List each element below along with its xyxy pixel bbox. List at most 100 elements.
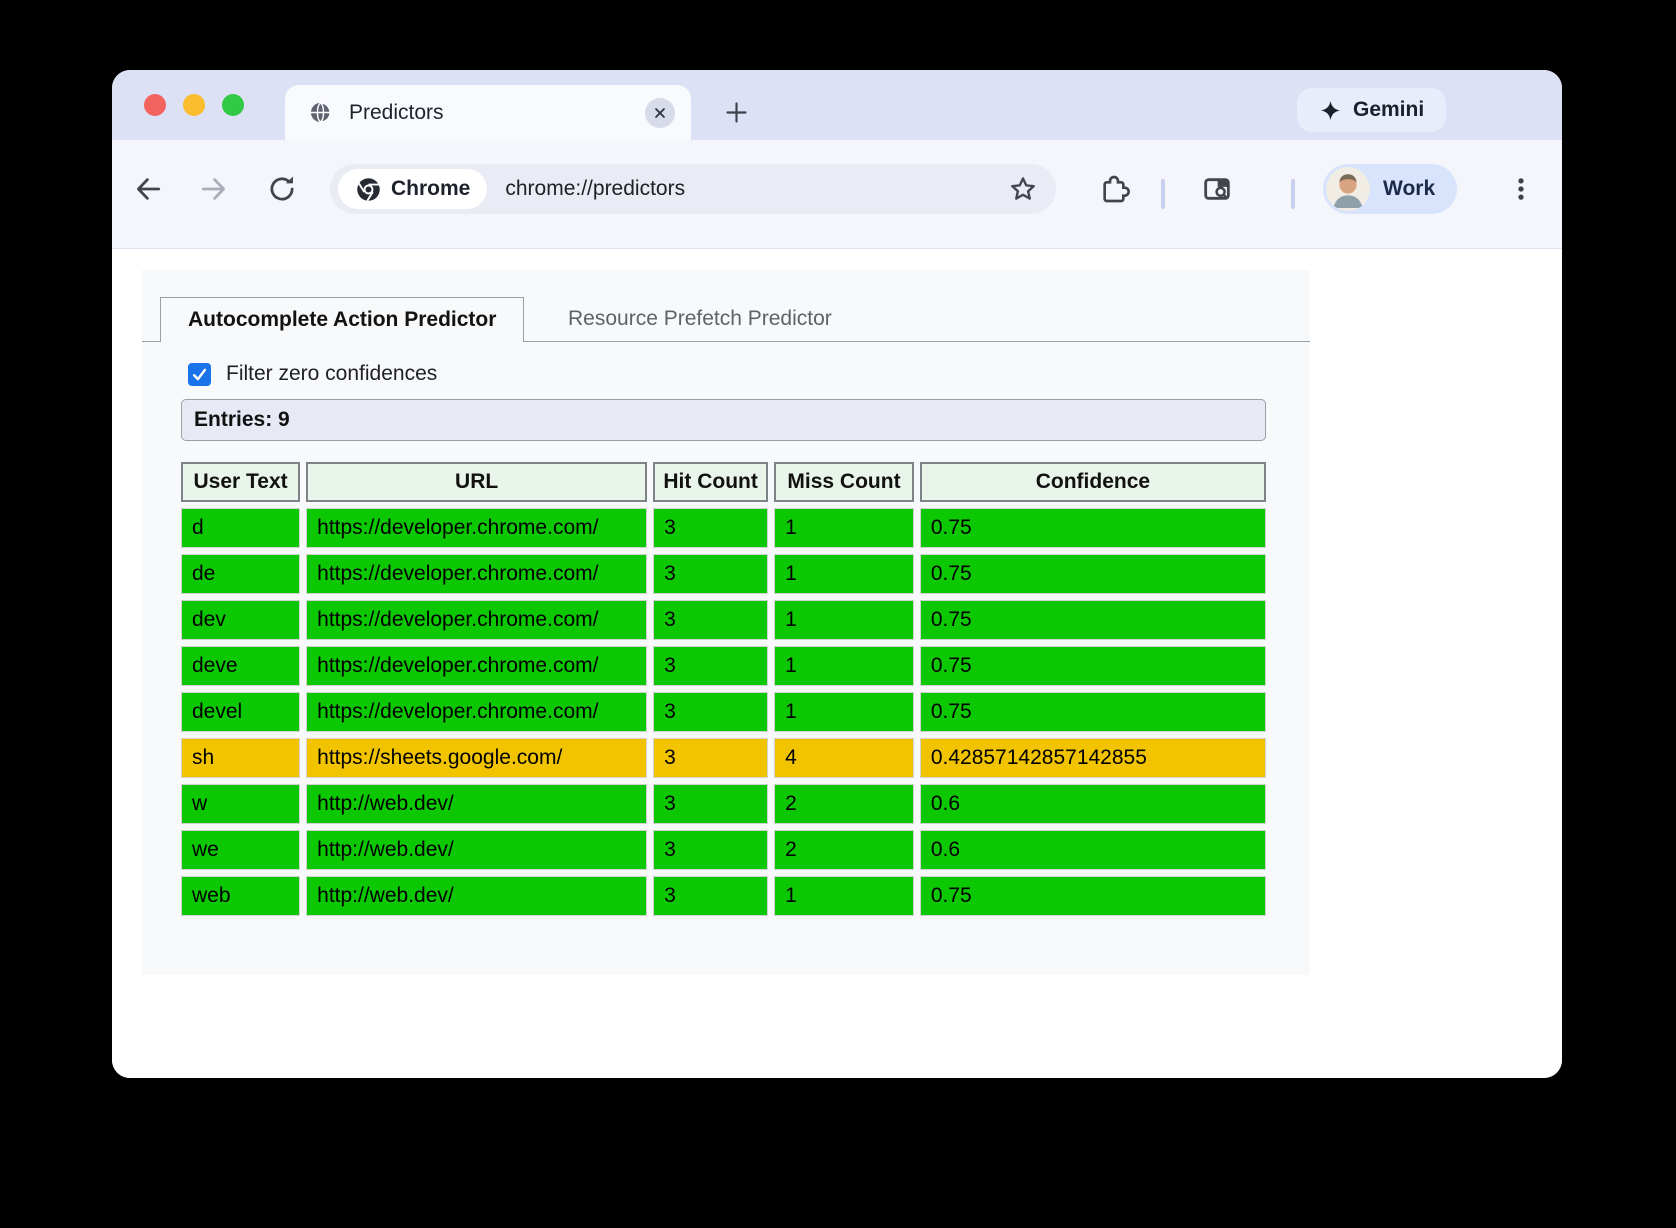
cell-confidence: 0.75 [920,600,1266,640]
cell-url: https://developer.chrome.com/ [306,554,647,594]
table-row: develhttps://developer.chrome.com/310.75 [181,692,1266,732]
column-header: Hit Count [653,462,768,502]
cell-confidence: 0.75 [920,876,1266,916]
cell-url: http://web.dev/ [306,830,647,870]
column-header: URL [306,462,647,502]
entries-label: Entries: 9 [194,408,290,432]
toolbar: Chrome chrome://predictors [112,140,1562,249]
table-row: whttp://web.dev/320.6 [181,784,1266,824]
reload-button[interactable] [263,170,301,208]
close-window-button[interactable] [144,94,166,116]
cell-user_text: deve [181,646,300,686]
cell-miss_count: 1 [774,692,914,732]
cell-hit_count: 3 [653,508,768,548]
cell-user_text: sh [181,738,300,778]
predictors-panel: Autocomplete Action Predictor Resource P… [142,270,1310,975]
tab-title: Predictors [349,101,645,125]
column-header: Miss Count [774,462,914,502]
extensions-button[interactable] [1095,170,1133,208]
filter-label[interactable]: Filter zero confidences [226,362,437,386]
forward-button[interactable] [195,170,233,208]
plus-icon [723,99,750,126]
zoom-window-button[interactable] [222,94,244,116]
reload-icon [266,173,298,205]
cell-user_text: de [181,554,300,594]
cell-url: https://developer.chrome.com/ [306,646,647,686]
avatar [1326,167,1370,211]
cell-url: https://developer.chrome.com/ [306,508,647,548]
cell-hit_count: 3 [653,738,768,778]
tab-search-button[interactable] [1198,170,1236,208]
globe-icon [309,101,332,124]
cell-miss_count: 1 [774,646,914,686]
cell-miss_count: 1 [774,554,914,594]
cell-hit_count: 3 [653,830,768,870]
cell-url: https://developer.chrome.com/ [306,692,647,732]
predictor-tabs: Autocomplete Action Predictor Resource P… [142,297,1310,342]
cell-url: https://sheets.google.com/ [306,738,647,778]
cell-url: http://web.dev/ [306,784,647,824]
forward-icon [198,173,230,205]
cell-user_text: web [181,876,300,916]
toolbar-divider [1161,179,1165,209]
gemini-label: Gemini [1353,98,1424,122]
minimize-window-button[interactable] [183,94,205,116]
site-badge-label: Chrome [391,177,470,201]
table-row: dhttps://developer.chrome.com/310.75 [181,508,1266,548]
url-text[interactable]: chrome://predictors [505,177,685,201]
cell-miss_count: 1 [774,600,914,640]
table-row: devhttps://developer.chrome.com/310.75 [181,600,1266,640]
table-row: devehttps://developer.chrome.com/310.75 [181,646,1266,686]
cell-hit_count: 3 [653,600,768,640]
back-icon [132,173,164,205]
page-viewport: Autocomplete Action Predictor Resource P… [112,249,1562,1078]
chrome-logo-icon [355,176,382,203]
cell-miss_count: 2 [774,830,914,870]
check-icon [191,366,208,383]
tab-close-button[interactable] [645,98,675,128]
cell-miss_count: 1 [774,508,914,548]
tab-label: Resource Prefetch Predictor [568,307,832,331]
site-badge[interactable]: Chrome [338,169,487,209]
browser-menu-button[interactable] [1502,170,1540,208]
profile-button[interactable]: Work [1323,164,1457,214]
cell-hit_count: 3 [653,876,768,916]
toolbar-divider [1291,179,1295,209]
kebab-menu-icon [1506,174,1536,204]
bookmark-star-icon [1008,174,1038,204]
cell-hit_count: 3 [653,784,768,824]
filter-row: Filter zero confidences [188,362,437,386]
cell-confidence: 0.75 [920,508,1266,548]
cell-user_text: devel [181,692,300,732]
cell-user_text: d [181,508,300,548]
cell-hit_count: 3 [653,692,768,732]
back-button[interactable] [129,170,167,208]
cell-url: https://developer.chrome.com/ [306,600,647,640]
cell-hit_count: 3 [653,646,768,686]
table-row: shhttps://sheets.google.com/340.42857142… [181,738,1266,778]
gemini-button[interactable]: Gemini [1297,88,1446,132]
cell-user_text: we [181,830,300,870]
profile-label: Work [1383,177,1435,201]
table-header-row: User TextURLHit CountMiss CountConfidenc… [181,462,1266,502]
cell-miss_count: 2 [774,784,914,824]
filter-checkbox[interactable] [188,363,211,386]
browser-window: Predictors Gemini [112,70,1562,1078]
cell-miss_count: 4 [774,738,914,778]
tab-strip: Predictors Gemini [112,70,1562,140]
cell-user_text: dev [181,600,300,640]
cell-confidence: 0.6 [920,784,1266,824]
cell-url: http://web.dev/ [306,876,647,916]
traffic-lights [144,70,244,140]
address-bar[interactable]: Chrome chrome://predictors [330,164,1056,214]
browser-tab-predictors[interactable]: Predictors [285,85,691,140]
gemini-sparkle-icon [1319,99,1342,122]
tab-search-icon [1201,173,1233,205]
tab-resource-prefetch-predictor[interactable]: Resource Prefetch Predictor [548,297,852,341]
cell-confidence: 0.75 [920,646,1266,686]
new-tab-button[interactable] [716,92,756,132]
column-header: Confidence [920,462,1266,502]
cell-user_text: w [181,784,300,824]
tab-autocomplete-action-predictor[interactable]: Autocomplete Action Predictor [160,297,524,342]
bookmark-button[interactable] [1004,170,1042,208]
